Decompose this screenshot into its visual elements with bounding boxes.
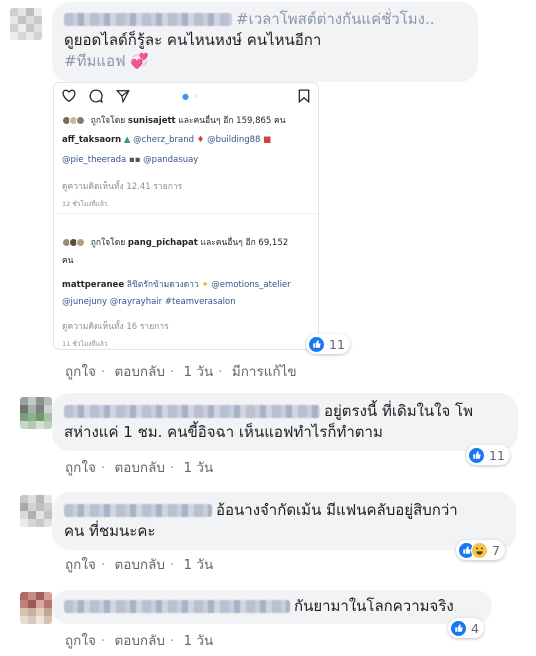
timestamp-link[interactable]: 1 วัน <box>184 456 214 478</box>
comment-bubble: อ้อนางจำกัดเม้น มีแฟนคลับอยู่สิบกว่า คน … <box>52 492 516 550</box>
comment-text-line2: คน ที่ชมนะคะ <box>64 522 156 540</box>
comment-bubble-icon <box>89 89 103 103</box>
comment-actions: ถูกใจ · ตอบกลับ · 1 วัน <box>65 456 213 478</box>
comment-actions: ถูกใจ · ตอบกลับ · 1 วัน <box>65 553 213 575</box>
ig-view-comments: ดูความคิดเห็นทั้ง 16 รายการ <box>62 322 169 332</box>
timestamp-link[interactable]: 1 วัน <box>184 360 214 382</box>
ig-caption: aff_taksaorn ▲ @cherz_brand ♦ @building8… <box>62 135 272 145</box>
heart-emoji: 💞 <box>130 52 150 70</box>
edited-link[interactable]: มีการแก้ไข <box>232 360 297 382</box>
comment-text: #เวลาโพสต์ต่างกันแค่ชั่วโมง.. <box>64 9 466 30</box>
like-link[interactable]: ถูกใจ <box>65 629 96 651</box>
ig-post-time: 12 ชั่วโมงที่แล้ว <box>62 200 108 208</box>
ig-post-time: 11 ชั่วโมงที่แล้ว <box>62 340 108 348</box>
ig-action-bar: ● · <box>62 89 312 103</box>
timestamp-link[interactable]: 1 วัน <box>184 553 214 575</box>
comment-text: อ้อนางจำกัดเม้น มีแฟนคลับอยู่สิบกว่า <box>216 501 458 519</box>
ig-liked-by-line2: คน <box>62 256 74 266</box>
commenter-name-blurred[interactable] <box>64 405 320 418</box>
comment-actions: ถูกใจ · ตอบกลับ · 1 วัน · มีการแก้ไข <box>65 360 297 382</box>
comment-text-line2: สห่างแค่ 1 ชม. คนขี้อิจฉา เห็นแอฟทำไรก็ท… <box>64 423 383 441</box>
comment-actions: ถูกใจ · ตอบกลับ · 1 วัน <box>65 629 213 651</box>
commenter-name-blurred[interactable] <box>64 600 290 613</box>
attached-screenshot[interactable]: ● · ถูกใจโดย sunisajett และคนอื่นๆ อีก 1… <box>53 82 319 350</box>
commenter-avatar[interactable] <box>10 8 42 40</box>
reaction-count[interactable]: 7 <box>456 540 505 560</box>
ig-view-comments: ดูความคิดเห็นทั้ง 12.41 รายการ <box>62 182 183 192</box>
reaction-count[interactable]: 11 <box>306 334 350 354</box>
reaction-count[interactable]: 4 <box>448 618 484 638</box>
timestamp-link[interactable]: 1 วัน <box>184 629 214 651</box>
like-reaction-icon <box>450 619 467 637</box>
share-icon <box>116 90 130 103</box>
heart-outline-icon <box>62 89 76 102</box>
comment-text: อยู่ตรงนี้ ที่เดิมในใจ โพ <box>324 402 473 420</box>
comment-text-line2: ดูยอดไลด์ก็รู้ละ คนไหนหงษ์ คนไหนอีกา <box>64 31 322 49</box>
bookmark-icon <box>298 89 310 103</box>
like-link[interactable]: ถูกใจ <box>65 456 96 478</box>
ig-caption-tags: @junejuny @rayrayhair #teamverasalon <box>62 297 236 307</box>
ig-liked-by: ถูกใจโดย sunisajett และคนอื่นๆ อีก 159,8… <box>62 113 312 127</box>
like-link[interactable]: ถูกใจ <box>65 360 96 382</box>
like-link[interactable]: ถูกใจ <box>65 553 96 575</box>
comment-text: กันยามาในโลกความจริง <box>294 597 454 615</box>
comment-bubble: กันยามาในโลกความจริง <box>52 590 492 624</box>
hashtag-link[interactable]: #ทีมแอฟ <box>64 52 126 70</box>
comment-bubble: #เวลาโพสต์ต่างกันแค่ชั่วโมง.. ดูยอดไลด์ก… <box>52 2 478 82</box>
reaction-count[interactable]: 11 <box>466 445 510 465</box>
ig-divider <box>54 213 318 214</box>
commenter-avatar[interactable] <box>20 495 52 527</box>
like-reaction-icon <box>468 446 485 464</box>
haha-reaction-icon <box>471 541 488 559</box>
reply-link[interactable]: ตอบกลับ <box>114 360 164 382</box>
commenter-name-blurred[interactable] <box>64 504 212 517</box>
commenter-avatar[interactable] <box>20 592 52 624</box>
reply-link[interactable]: ตอบกลับ <box>114 553 164 575</box>
reply-link[interactable]: ตอบกลับ <box>114 456 164 478</box>
comment-hashtag[interactable]: #เวลาโพสต์ต่างกันแค่ชั่วโมง.. <box>236 10 435 28</box>
comment-bubble: อยู่ตรงนี้ ที่เดิมในใจ โพ สห่างแค่ 1 ชม.… <box>52 393 518 451</box>
carousel-dots: ● · <box>182 92 201 101</box>
ig-caption-tags: @pie_theerada ▪▪ @pandasuay <box>62 155 199 165</box>
reply-link[interactable]: ตอบกลับ <box>114 629 164 651</box>
ig-liked-by: ถูกใจโดย pang_pichapat และคนอื่นๆ อีก 69… <box>62 235 312 249</box>
ig-caption: mattperanee ลิขิตรักข้ามดวงดาว ✦ @emotio… <box>62 280 291 290</box>
commenter-name-blurred[interactable] <box>64 13 232 26</box>
commenter-avatar[interactable] <box>20 397 52 429</box>
like-reaction-icon <box>308 335 325 353</box>
